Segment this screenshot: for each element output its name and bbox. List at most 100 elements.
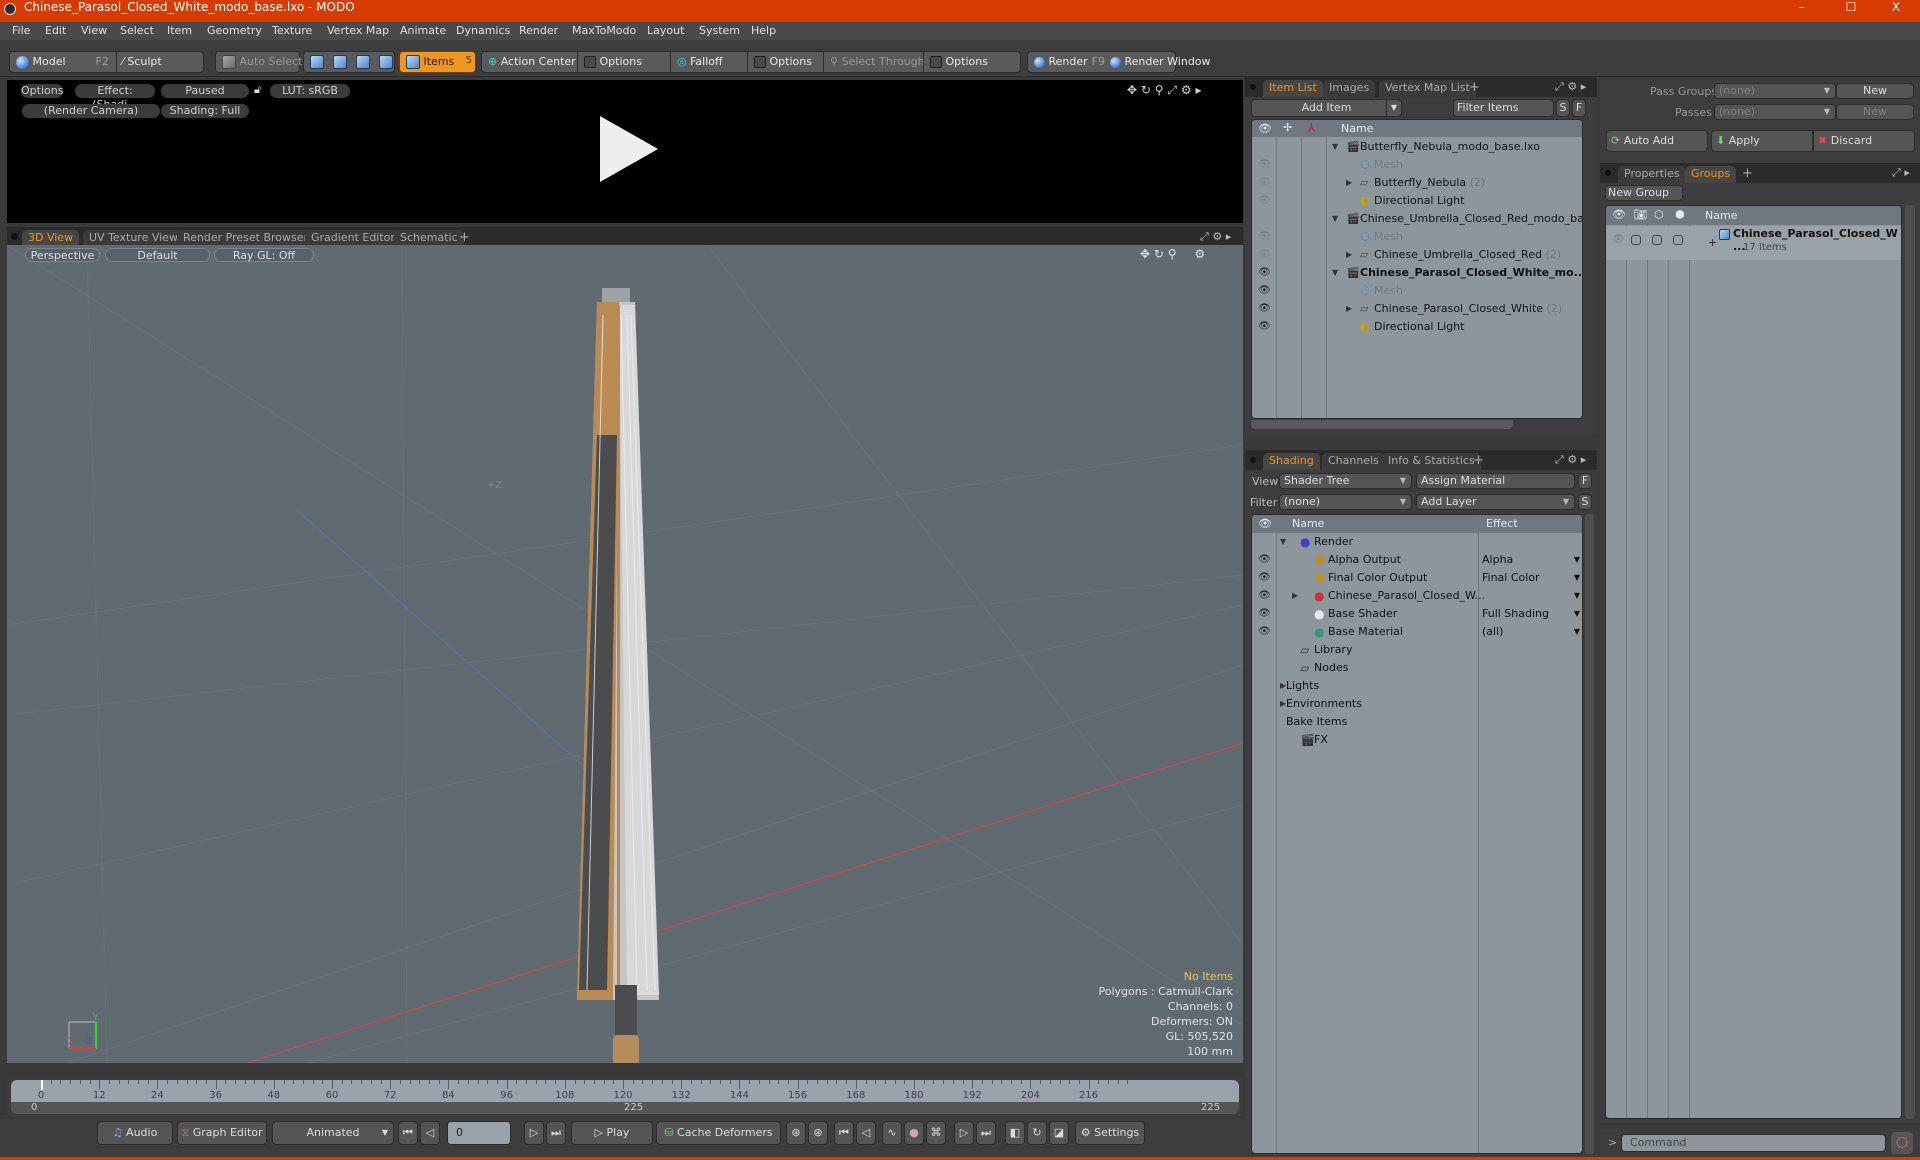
play-button[interactable]: ▷ Play — [571, 1121, 653, 1145]
menu-geometry[interactable]: Geometry — [207, 24, 262, 37]
menu-help[interactable]: Help — [751, 24, 776, 37]
close-button[interactable]: X — [1874, 0, 1918, 14]
items-mode-button[interactable]: Items 5 — [399, 51, 476, 73]
item-row[interactable]: 👁︎ ◐ Directional Light — [1252, 192, 1582, 210]
groups-scrollbar[interactable] — [1905, 205, 1915, 1119]
zoom-icon[interactable]: ⚲ — [1155, 83, 1164, 97]
vertices-mode-button[interactable] — [306, 52, 324, 72]
shader-row[interactable]: 👁︎ ▶ ● Chinese_Parasol_Closed_W... ▼ — [1252, 587, 1582, 605]
falloff-options-button[interactable]: Options — [750, 52, 812, 72]
collapse-arrow-icon[interactable]: ▼ — [1332, 210, 1338, 228]
arrow-right-icon[interactable]: ▸ — [1581, 80, 1587, 93]
menu-select[interactable]: Select — [120, 24, 154, 37]
effect-dropdown[interactable]: (all) ▼ — [1482, 623, 1582, 641]
f-button[interactable]: F — [1572, 99, 1586, 117]
item-row[interactable]: ▼ 🎬︎ Butterfly_Nebula_modo_base.lxo — [1252, 138, 1582, 156]
lut-dropdown[interactable]: LUT: sRGB — [270, 84, 350, 98]
visibility-eye-icon[interactable]: 👁︎ — [1612, 234, 1625, 245]
tab-properties[interactable]: Properties — [1618, 166, 1686, 183]
shader-row[interactable]: ▶ Lights — [1252, 677, 1582, 695]
new-pass-group-button[interactable]: New — [1836, 83, 1914, 99]
maximize-icon[interactable]: ⤢ — [1555, 453, 1564, 466]
select-through-button[interactable]: ⚲ Select Through — [826, 52, 925, 72]
visibility-eye-icon[interactable]: 👁︎ — [1258, 174, 1271, 192]
item-row[interactable]: 👁︎ ▶ ▱ Chinese_Umbrella_Closed_Red (2) — [1252, 246, 1582, 264]
expand-arrow-icon[interactable]: ▶ — [1346, 246, 1352, 264]
shader-row[interactable]: 👁︎ ● Base Shader Full Shading ▼ — [1252, 605, 1582, 623]
zoom-icon[interactable]: ⚲ — [1168, 247, 1177, 261]
expand-arrow-icon[interactable]: ▶ — [1292, 587, 1298, 605]
falloff-button[interactable]: ◎ Falloff — [673, 52, 723, 72]
gear-icon[interactable]: ⚙ — [1567, 453, 1577, 466]
shader-row[interactable]: ▶ Environments — [1252, 695, 1582, 713]
move-icon[interactable]: ✥ — [1127, 83, 1137, 97]
item-row[interactable]: 👁︎ ▶ ▱ Butterfly_Nebula (2) — [1252, 174, 1582, 192]
render-options-button[interactable]: Options — [21, 84, 63, 98]
shader-row[interactable]: ▼ ● Render — [1252, 533, 1582, 551]
maximize-icon[interactable]: ⤢ — [1892, 166, 1901, 179]
visibility-eye-icon[interactable]: 👁︎ — [1258, 282, 1271, 300]
name-column-header[interactable]: Name — [1705, 209, 1737, 222]
playhead[interactable] — [41, 1080, 43, 1090]
menu-view[interactable]: View — [81, 24, 107, 37]
group-row[interactable]: 👁︎ + Chinese_Parasol_Closed_W ... 17 Ite… — [1606, 226, 1901, 260]
graph-editor-button[interactable]: ⧖ Graph Editor — [177, 1121, 267, 1145]
go-to-end-button[interactable]: ⏭ — [546, 1121, 566, 1145]
menu-render[interactable]: Render — [519, 24, 558, 37]
name-column-header[interactable]: Name — [1341, 122, 1373, 135]
maximize-icon[interactable]: ⤢ — [1167, 83, 1177, 97]
visibility-eye-icon[interactable]: 👁︎ — [1258, 551, 1271, 569]
shading-dropdown[interactable]: Shading: Full — [161, 104, 249, 118]
last-key-button[interactable]: ⏭ — [976, 1121, 996, 1145]
collapse-arrow-icon[interactable]: ▼ — [1332, 264, 1338, 282]
go-to-start-button[interactable]: ⏮ — [398, 1121, 418, 1145]
projection-dropdown[interactable]: Perspective — [25, 248, 100, 262]
prev-key-button[interactable]: ◁ — [420, 1121, 440, 1145]
visibility-eye-icon[interactable]: 👁︎ — [1258, 192, 1271, 210]
sculpt-button[interactable]: ⁄ Sculpt — [118, 52, 162, 72]
unlock-icon[interactable]: 🔓︎ — [254, 83, 261, 97]
gear-icon[interactable]: ⚙ — [1181, 83, 1192, 97]
visibility-eye-icon[interactable]: 👁︎ — [1258, 623, 1271, 641]
prev-frame-button[interactable]: ◁ — [856, 1121, 876, 1145]
visibility-eye-icon[interactable]: 👁︎ — [1258, 300, 1271, 318]
timeline-ruler[interactable]: 0 12 24 36 48 60 72 84 96 108 120 132 144 156 168 180 19… — [11, 1080, 1239, 1102]
arrow-right-icon[interactable]: ▸ — [1226, 230, 1232, 243]
s-button[interactable]: S — [1556, 99, 1570, 117]
item-list-scrollbar[interactable] — [1251, 420, 1513, 429]
render-preview[interactable]: Options Effect: (Shadi... Paused 🔓︎ LUT:… — [7, 80, 1243, 223]
download-key-button[interactable]: ⊛ — [808, 1121, 828, 1145]
menu-dynamics[interactable]: Dynamics — [456, 24, 510, 37]
first-key-button[interactable]: ⏮ — [834, 1121, 854, 1145]
record-macro-button[interactable]: ○ — [1891, 1132, 1913, 1154]
add-layer-dropdown[interactable]: Add Layer ▼ — [1416, 494, 1575, 510]
pan-icon[interactable]: ✥ — [1140, 247, 1150, 261]
shader-row[interactable]: Bake Items — [1252, 713, 1582, 731]
tab-shading[interactable]: Shading — [1263, 453, 1320, 470]
add-item-button[interactable]: Add Item ▼ — [1251, 99, 1402, 117]
view-dropdown[interactable]: Shader Tree ▼ — [1279, 473, 1412, 489]
upload-key-button[interactable]: ⊛ — [786, 1121, 806, 1145]
menu-texture[interactable]: Texture — [272, 24, 312, 37]
key-options-button[interactable]: ⌘ — [926, 1121, 946, 1145]
key-selected-button[interactable]: ◪ — [1049, 1121, 1069, 1145]
materials-mode-button[interactable] — [375, 52, 393, 72]
tab-images[interactable]: Images — [1323, 80, 1376, 97]
item-row[interactable]: 👁︎ ⬡ Mesh — [1252, 156, 1582, 174]
expand-arrow-icon[interactable]: ▶ — [1346, 300, 1352, 318]
assign-material-button[interactable]: Assign Material — [1416, 473, 1575, 489]
action-center-button[interactable]: ⊕ Action Center — [484, 52, 576, 72]
menu-maxtomodo[interactable]: MaxToModo — [572, 24, 636, 37]
audio-button[interactable]: ♫ Audio — [97, 1121, 173, 1145]
collapse-arrow-icon[interactable]: ▼ — [1280, 533, 1286, 551]
apply-button[interactable]: ⬇ Apply — [1711, 130, 1813, 152]
gear-icon[interactable]: ⚙ — [1567, 80, 1577, 93]
menu-item[interactable]: Item — [167, 24, 192, 37]
item-row[interactable]: 👁︎ ⬡ Mesh — [1252, 282, 1582, 300]
expand-plus-icon[interactable]: + — [1708, 236, 1717, 249]
minimize-button[interactable]: – — [1780, 0, 1824, 14]
auto-select-button[interactable]: Auto Select — [218, 52, 302, 72]
filter-dropdown[interactable]: (none) ▼ — [1279, 494, 1412, 510]
render-window-button[interactable]: Render Window — [1106, 52, 1211, 72]
item-row[interactable]: 👁︎ ⬡ Mesh — [1252, 228, 1582, 246]
